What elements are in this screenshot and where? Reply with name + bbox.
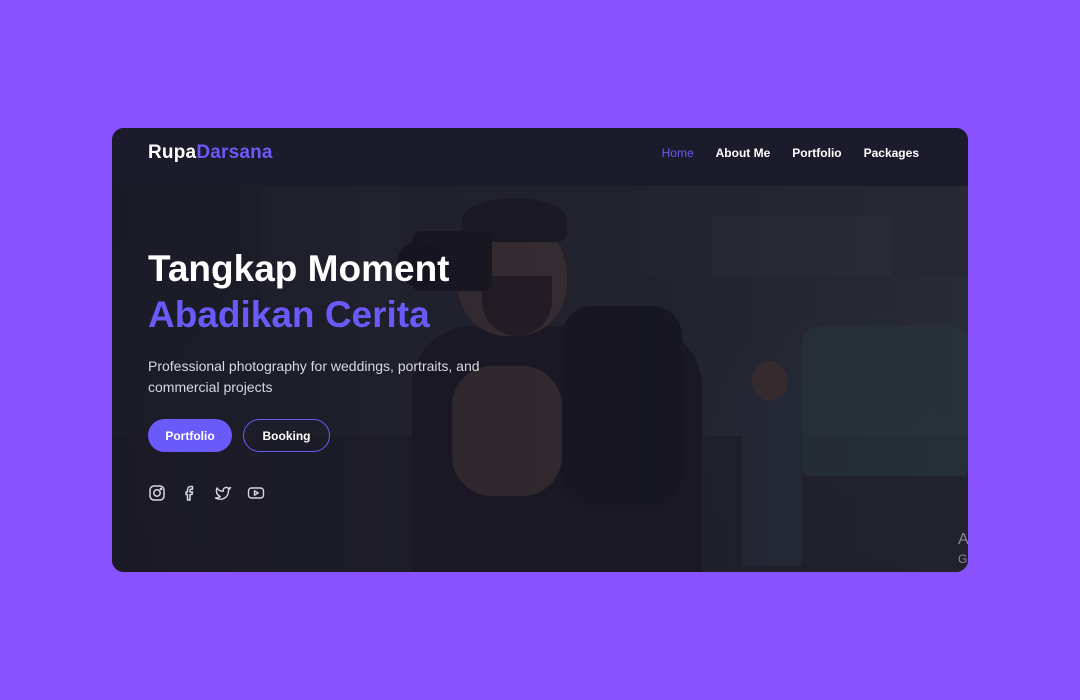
booking-button[interactable]: Booking [243,419,330,452]
nav-menu: Home About Me Portfolio Packages [662,146,919,160]
nav-link-portfolio[interactable]: Portfolio [792,146,841,160]
hero-card: RupaDarsana Home About Me Portfolio Pack… [112,128,968,572]
social-links [148,484,265,502]
corner-text-line1: A [958,531,968,548]
hero-title-line2: Abadikan Cerita [148,294,430,335]
youtube-icon[interactable] [247,484,265,502]
brand-logo[interactable]: RupaDarsana [148,142,273,164]
nav-link-about-me[interactable]: About Me [716,146,771,160]
hero-subtitle: Professional photography for weddings, p… [148,358,480,395]
nav-link-home[interactable]: Home [662,146,694,160]
brand-logo-part1: Rupa [148,142,197,163]
hero-title-line1: Tangkap Moment [148,248,450,289]
twitter-icon[interactable] [214,484,232,502]
navbar: RupaDarsana Home About Me Portfolio Pack… [112,128,968,186]
instagram-icon[interactable] [148,484,166,502]
nav-link-packages[interactable]: Packages [864,146,919,160]
portfolio-button[interactable]: Portfolio [148,419,232,452]
corner-text-line2: G [958,552,968,566]
facebook-icon[interactable] [181,484,199,502]
hero-overlay [112,128,968,572]
brand-logo-part2: Darsana [196,142,273,163]
